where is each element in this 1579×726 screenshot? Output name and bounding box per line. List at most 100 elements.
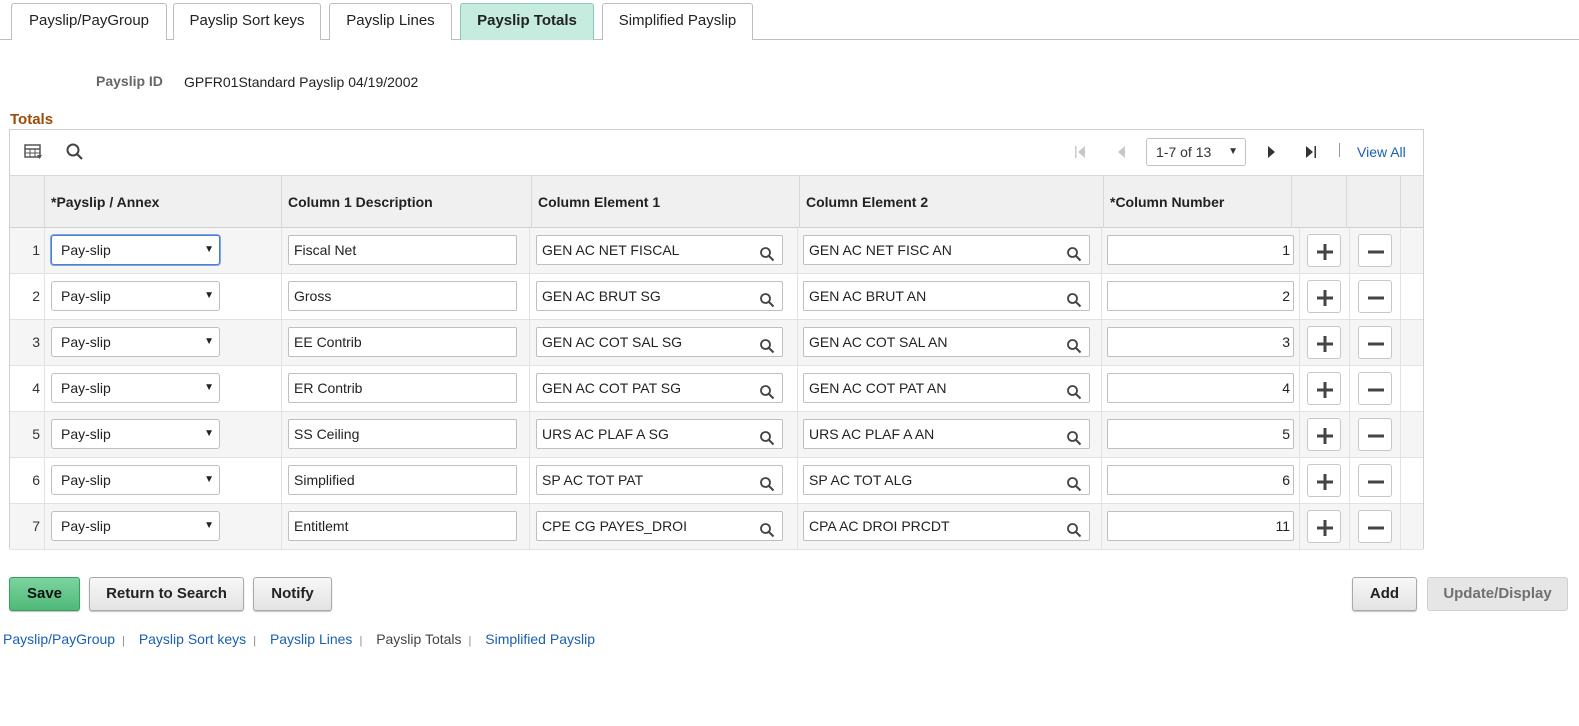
- tab-simplified-payslip[interactable]: Simplified Payslip: [602, 3, 753, 40]
- payslip-annex-value: Pay-slip: [61, 426, 111, 442]
- tab-payslip-lines[interactable]: Payslip Lines: [329, 3, 452, 40]
- column-number-input[interactable]: 2: [1107, 281, 1294, 311]
- column-number-input[interactable]: 11: [1107, 511, 1294, 541]
- search-icon[interactable]: [759, 381, 775, 400]
- column-description-input[interactable]: ER Contrib: [288, 373, 517, 403]
- element-2-cell: GEN AC COT SAL AN: [797, 320, 1101, 365]
- grid-header: *Payslip / Annex Column 1 Description Co…: [10, 175, 1423, 228]
- column-element-1-input[interactable]: GEN AC COT SAL SG: [536, 327, 783, 357]
- tab-payslip-totals[interactable]: Payslip Totals: [460, 3, 594, 40]
- add-row-button[interactable]: [1307, 418, 1341, 451]
- col-header-element-2[interactable]: Column Element 2: [799, 176, 1103, 228]
- add-row-button[interactable]: [1307, 326, 1341, 359]
- search-icon[interactable]: [759, 335, 775, 354]
- delete-row-button[interactable]: [1358, 234, 1392, 267]
- column-element-2-input[interactable]: SP AC TOT ALG: [803, 465, 1090, 495]
- page-range-select[interactable]: 1-7 of 13 ▼: [1146, 138, 1246, 166]
- return-to-search-button[interactable]: Return to Search: [89, 577, 244, 611]
- column-element-1-input[interactable]: URS AC PLAF A SG: [536, 419, 783, 449]
- save-button[interactable]: Save: [9, 577, 80, 611]
- element-2-cell: GEN AC NET FISC AN: [797, 228, 1101, 273]
- delete-row-button[interactable]: [1358, 372, 1392, 405]
- payslip-annex-select[interactable]: Pay-slip ▼: [51, 235, 220, 265]
- footer-link-payslip-paygroup[interactable]: Payslip/PayGroup: [3, 631, 115, 647]
- col-header-column-number[interactable]: *Column Number: [1103, 176, 1291, 228]
- personalize-grid-icon[interactable]: [24, 142, 44, 162]
- view-all-link[interactable]: View All: [1357, 144, 1406, 160]
- column-number-input[interactable]: 5: [1107, 419, 1294, 449]
- search-icon[interactable]: [759, 519, 775, 538]
- payslip-annex-select[interactable]: Pay-slip ▼: [51, 419, 220, 449]
- add-row-button[interactable]: [1307, 234, 1341, 267]
- delete-row-button[interactable]: [1358, 280, 1392, 313]
- delete-row-button[interactable]: [1358, 510, 1392, 543]
- column-description-input[interactable]: SS Ceiling: [288, 419, 517, 449]
- add-row-button[interactable]: [1307, 280, 1341, 313]
- column-description-input[interactable]: Fiscal Net: [288, 235, 517, 265]
- search-icon[interactable]: [1066, 519, 1082, 538]
- column-description-input[interactable]: EE Contrib: [288, 327, 517, 357]
- table-row: 5 Pay-slip ▼ SS Ceiling URS AC PLAF A SG URS …: [10, 412, 1423, 458]
- column-element-1-input[interactable]: SP AC TOT PAT: [536, 465, 783, 495]
- column-number-input[interactable]: 3: [1107, 327, 1294, 357]
- col-header-description[interactable]: Column 1 Description: [281, 176, 531, 228]
- column-description-input[interactable]: Entitlemt: [288, 511, 517, 541]
- column-element-1-input[interactable]: CPE CG PAYES_DROI: [536, 511, 783, 541]
- column-description-input[interactable]: Simplified: [288, 465, 517, 495]
- search-icon[interactable]: [1066, 243, 1082, 262]
- footer-link-payslip-sort-keys[interactable]: Payslip Sort keys: [139, 631, 246, 647]
- update-display-button[interactable]: Update/Display: [1427, 577, 1568, 611]
- add-row-button[interactable]: [1307, 510, 1341, 543]
- payslip-annex-select[interactable]: Pay-slip ▼: [51, 327, 220, 357]
- search-icon[interactable]: [759, 473, 775, 492]
- search-icon[interactable]: [1066, 289, 1082, 308]
- column-element-1-input[interactable]: GEN AC COT PAT SG: [536, 373, 783, 403]
- payslip-annex-select[interactable]: Pay-slip ▼: [51, 373, 220, 403]
- add-button[interactable]: Add: [1352, 577, 1417, 611]
- column-element-1-input[interactable]: GEN AC BRUT SG: [536, 281, 783, 311]
- payslip-annex-select[interactable]: Pay-slip ▼: [51, 281, 220, 311]
- search-icon[interactable]: [759, 243, 775, 262]
- column-element-2-input[interactable]: URS AC PLAF A AN: [803, 419, 1090, 449]
- search-icon[interactable]: [1066, 335, 1082, 354]
- delete-row-button[interactable]: [1358, 326, 1392, 359]
- column-number-input[interactable]: 1: [1107, 235, 1294, 265]
- section-title: Totals: [10, 111, 54, 128]
- delete-row-button[interactable]: [1358, 464, 1392, 497]
- add-row-button[interactable]: [1307, 372, 1341, 405]
- tab-payslip-sort-keys[interactable]: Payslip Sort keys: [173, 3, 321, 40]
- search-icon[interactable]: [1066, 381, 1082, 400]
- find-icon[interactable]: [65, 142, 85, 162]
- payslip-annex-select[interactable]: Pay-slip ▼: [51, 465, 220, 495]
- annex-cell: Pay-slip ▼: [44, 274, 281, 319]
- column-element-2-input[interactable]: GEN AC BRUT AN: [803, 281, 1090, 311]
- column-element-2-input[interactable]: GEN AC COT SAL AN: [803, 327, 1090, 357]
- notify-button[interactable]: Notify: [253, 577, 332, 611]
- next-page-icon[interactable]: [1263, 144, 1279, 160]
- column-element-2-input[interactable]: CPA AC DROI PRCDT: [803, 511, 1090, 541]
- column-number-input[interactable]: 6: [1107, 465, 1294, 495]
- column-element-2-input[interactable]: GEN AC NET FISC AN: [803, 235, 1090, 265]
- column-number-input[interactable]: 4: [1107, 373, 1294, 403]
- description-cell: Gross: [281, 274, 529, 319]
- payslip-annex-select[interactable]: Pay-slip ▼: [51, 511, 220, 541]
- add-row-button[interactable]: [1307, 464, 1341, 497]
- search-icon[interactable]: [759, 289, 775, 308]
- column-element-2-value: GEN AC BRUT AN: [809, 288, 927, 304]
- footer-link-simplified-payslip[interactable]: Simplified Payslip: [485, 631, 595, 647]
- first-page-icon[interactable]: [1072, 144, 1088, 160]
- tab-payslip-paygroup[interactable]: Payslip/PayGroup: [11, 3, 167, 40]
- delete-row-button[interactable]: [1358, 418, 1392, 451]
- search-icon[interactable]: [759, 427, 775, 446]
- column-description-input[interactable]: Gross: [288, 281, 517, 311]
- column-element-1-input[interactable]: GEN AC NET FISCAL: [536, 235, 783, 265]
- search-icon[interactable]: [1066, 473, 1082, 492]
- last-page-icon[interactable]: [1303, 144, 1319, 160]
- col-header-payslip-annex[interactable]: *Payslip / Annex: [44, 176, 281, 228]
- row-spacer: [1400, 228, 1423, 273]
- previous-page-icon[interactable]: [1114, 144, 1130, 160]
- column-element-2-input[interactable]: GEN AC COT PAT AN: [803, 373, 1090, 403]
- search-icon[interactable]: [1066, 427, 1082, 446]
- footer-link-payslip-lines[interactable]: Payslip Lines: [270, 631, 353, 647]
- col-header-element-1[interactable]: Column Element 1: [531, 176, 799, 228]
